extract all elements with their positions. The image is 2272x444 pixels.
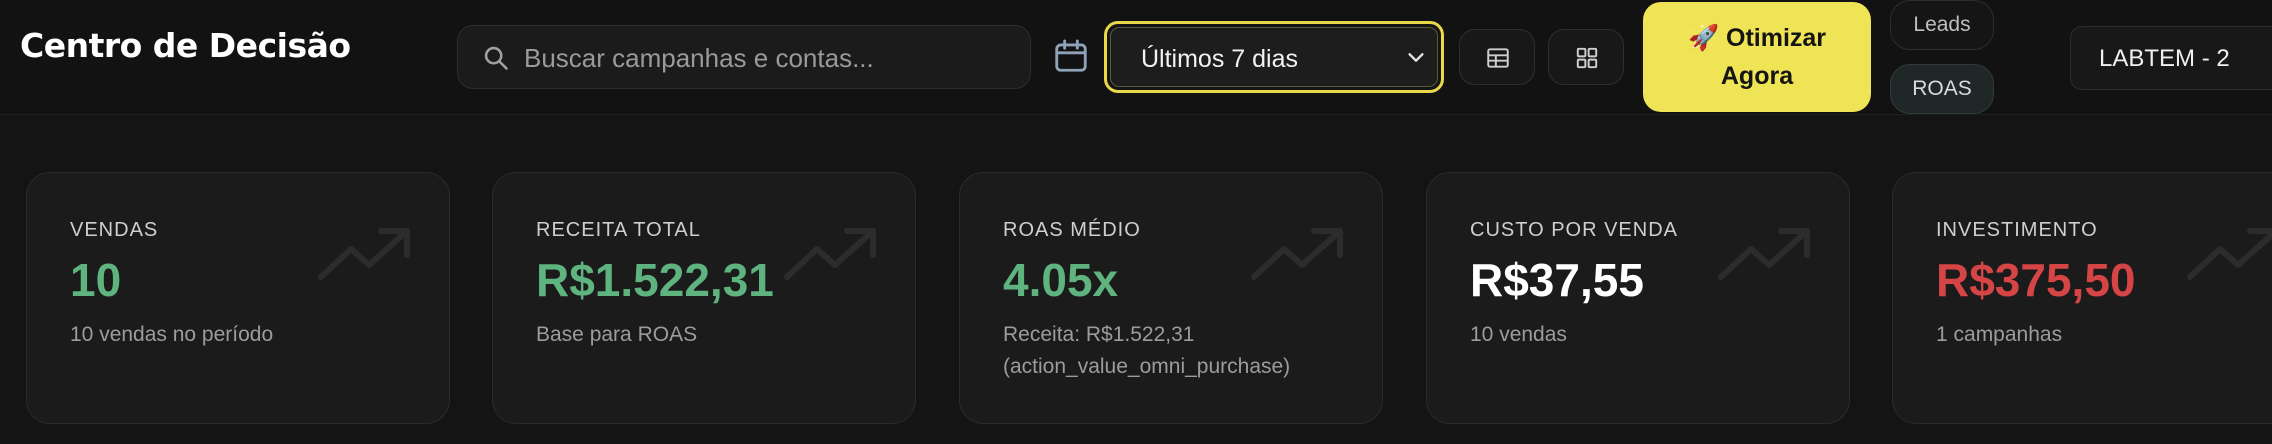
metric-value: R$1.522,31 xyxy=(536,254,774,306)
metric-label: VENDAS xyxy=(70,219,159,241)
metric-value: 4.05x xyxy=(1003,254,1119,306)
table-view-button[interactable] xyxy=(1459,29,1535,85)
metric-value: 10 xyxy=(70,254,122,306)
metric-subtext: 10 vendas no período xyxy=(70,323,274,346)
chevron-down-icon xyxy=(1408,53,1424,62)
calendar-icon[interactable] xyxy=(1052,36,1090,76)
table-icon xyxy=(1487,48,1509,68)
search-input[interactable] xyxy=(522,26,1016,90)
trending-up-icon xyxy=(1251,228,1343,280)
metric-label: ROAS MÉDIO xyxy=(1003,219,1141,241)
metric-value: R$375,50 xyxy=(1936,254,2136,306)
optimize-label: 🚀 Otimizar Agora xyxy=(1687,24,1827,90)
metric-card-receita-total: RECEITA TOTAL R$1.522,31 Base para ROAS xyxy=(492,172,916,424)
search-box[interactable] xyxy=(457,25,1031,90)
metric-label: RECEITA TOTAL xyxy=(536,219,701,241)
metric-subtext: Base para ROAS xyxy=(536,323,698,346)
mode-toggle-roas[interactable]: ROAS xyxy=(1890,64,1994,114)
metric-label: INVESTIMENTO xyxy=(1936,219,2098,241)
grid-view-button[interactable] xyxy=(1548,29,1624,85)
metric-card-investimento: INVESTIMENTO R$375,50 1 campanhas xyxy=(1892,172,2272,424)
account-value: LABTEM - 2 xyxy=(2099,45,2230,72)
date-range-value: Últimos 7 dias xyxy=(1141,45,1298,73)
metric-subtext: 1 campanhas xyxy=(1936,323,2063,346)
trending-up-icon xyxy=(2187,228,2272,280)
trending-up-icon xyxy=(318,228,410,280)
grid-icon xyxy=(1576,47,1598,69)
account-select[interactable]: LABTEM - 2 xyxy=(2070,26,2272,90)
metric-subtext: Receita: R$1.522,31 (action_value_omni_p… xyxy=(1003,323,1291,378)
metric-card-vendas: VENDAS 10 10 vendas no período xyxy=(26,172,450,424)
page-title: Centro de Decisão xyxy=(20,26,351,65)
metric-subtext: 10 vendas xyxy=(1470,323,1567,346)
date-range-select[interactable]: Últimos 7 dias xyxy=(1104,21,1444,93)
mode-toggle-leads[interactable]: Leads xyxy=(1890,0,1994,50)
metric-label: CUSTO POR VENDA xyxy=(1470,219,1678,241)
metric-card-roas-medio: ROAS MÉDIO 4.05x Receita: R$1.522,31 (ac… xyxy=(959,172,1383,424)
trending-up-icon xyxy=(1718,228,1810,280)
metric-card-custo-por-venda: CUSTO POR VENDA R$37,55 10 vendas xyxy=(1426,172,1850,424)
top-bar: Centro de Decisão Últimos 7 dias xyxy=(0,0,2272,115)
metric-value: R$37,55 xyxy=(1470,254,1644,306)
trending-up-icon xyxy=(784,228,876,280)
search-icon xyxy=(484,46,508,70)
optimize-now-button[interactable]: 🚀 Otimizar Agora xyxy=(1643,2,1871,112)
